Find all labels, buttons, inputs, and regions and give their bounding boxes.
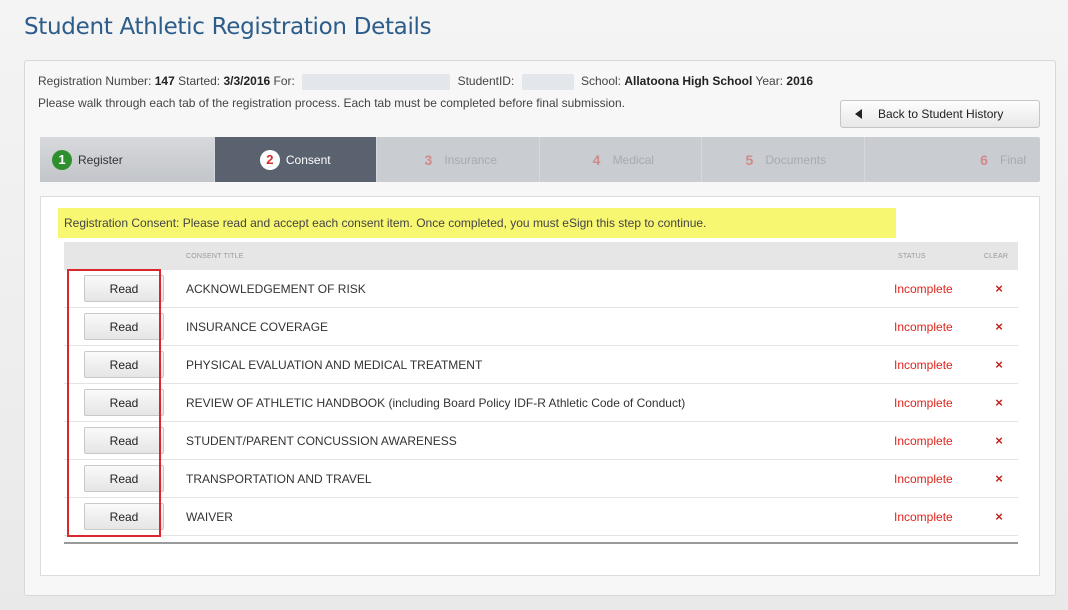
- read-button[interactable]: Read: [84, 465, 164, 492]
- status-text: Incomplete: [894, 471, 953, 486]
- year-label: Year:: [755, 74, 784, 89]
- year-value: 2016: [786, 74, 814, 89]
- table-row: Read WAIVER Incomplete ×: [64, 498, 1018, 536]
- tab-medical[interactable]: 4 Medical: [540, 137, 702, 182]
- tab-medical-label: Medical: [612, 152, 654, 167]
- student-id-label: StudentID:: [457, 74, 515, 89]
- status-text: Incomplete: [894, 281, 953, 296]
- step-1-badge: 1: [52, 149, 72, 170]
- table-row: Read INSURANCE COVERAGE Incomplete ×: [64, 308, 1018, 346]
- table-row: Read PHYSICAL EVALUATION AND MEDICAL TRE…: [64, 346, 1018, 384]
- tab-register[interactable]: 1 Register: [40, 137, 215, 182]
- started-date: 3/3/2016: [223, 74, 271, 89]
- step-6-badge: 6: [980, 151, 988, 168]
- consent-table: Consent Title Status Clear Read ACKNOWLE…: [64, 242, 1018, 544]
- school-name: Allatoona High School: [624, 74, 753, 89]
- clear-icon[interactable]: ×: [980, 281, 1018, 296]
- registration-number-label: Registration Number:: [38, 74, 152, 89]
- status-text: Incomplete: [894, 357, 953, 372]
- consent-title: WAIVER: [186, 509, 233, 524]
- status-text: Incomplete: [894, 395, 953, 410]
- status-text: Incomplete: [894, 509, 953, 524]
- read-button[interactable]: Read: [84, 389, 164, 416]
- page-title: Student Athletic Registration Details: [24, 14, 432, 40]
- tab-register-label: Register: [78, 152, 123, 167]
- clear-icon[interactable]: ×: [980, 395, 1018, 410]
- clear-icon[interactable]: ×: [980, 509, 1018, 524]
- back-arrow-icon: [855, 109, 862, 119]
- consent-title: STUDENT/PARENT CONCUSSION AWARENESS: [186, 433, 457, 448]
- registration-number: 147: [154, 74, 175, 89]
- table-row: Read REVIEW OF ATHLETIC HANDBOOK (includ…: [64, 384, 1018, 422]
- read-button[interactable]: Read: [84, 503, 164, 530]
- consent-title: INSURANCE COVERAGE: [186, 319, 329, 334]
- clear-icon[interactable]: ×: [980, 433, 1018, 448]
- step-3-badge: 3: [424, 151, 433, 168]
- redacted-student-id: [521, 74, 574, 90]
- redacted-student-name: [302, 74, 451, 90]
- clear-icon[interactable]: ×: [980, 471, 1018, 486]
- tab-documents-label: Documents: [765, 152, 827, 167]
- table-bottom-border: [64, 542, 1018, 544]
- header-clear: Clear: [983, 252, 1009, 260]
- read-button[interactable]: Read: [84, 313, 164, 340]
- tab-consent-label: Consent: [285, 152, 331, 167]
- table-row: Read ACKNOWLEDGEMENT OF RISK Incomplete …: [64, 270, 1018, 308]
- step-5-badge: 5: [745, 151, 754, 168]
- tab-documents[interactable]: 5 Documents: [702, 137, 865, 182]
- tab-insurance-label: Insurance: [444, 152, 498, 167]
- tab-final[interactable]: 6 Final: [865, 137, 1041, 182]
- tab-final-label: Final: [999, 152, 1026, 167]
- consent-title: REVIEW OF ATHLETIC HANDBOOK (including B…: [186, 395, 686, 410]
- school-label: School:: [580, 74, 621, 89]
- consent-title: ACKNOWLEDGEMENT OF RISK: [186, 281, 366, 296]
- back-to-student-history-button[interactable]: Back to Student History: [840, 100, 1040, 128]
- consent-title: TRANSPORTATION AND TRAVEL: [186, 471, 372, 486]
- read-button[interactable]: Read: [84, 427, 164, 454]
- tab-consent[interactable]: 2 Consent: [214, 137, 377, 182]
- for-label: For:: [273, 74, 295, 89]
- instructions-text: Please walk through each tab of the regi…: [38, 96, 625, 110]
- clear-icon[interactable]: ×: [980, 319, 1018, 334]
- back-button-label: Back to Student History: [878, 107, 1004, 121]
- consent-notice: Registration Consent: Please read and ac…: [58, 208, 896, 238]
- table-row: Read TRANSPORTATION AND TRAVEL Incomplet…: [64, 460, 1018, 498]
- clear-icon[interactable]: ×: [980, 357, 1018, 372]
- registration-info: Registration Number: 147 Started: 3/3/20…: [38, 74, 813, 90]
- tab-insurance[interactable]: 3 Insurance: [377, 137, 540, 182]
- header-consent-title: Consent Title: [186, 252, 244, 260]
- status-text: Incomplete: [894, 433, 953, 448]
- table-header: Consent Title Status Clear: [64, 242, 1018, 270]
- status-text: Incomplete: [894, 319, 953, 334]
- table-row: Read STUDENT/PARENT CONCUSSION AWARENESS…: [64, 422, 1018, 460]
- step-2-badge: 2: [259, 149, 280, 170]
- read-button[interactable]: Read: [84, 351, 164, 378]
- read-button[interactable]: Read: [84, 275, 164, 302]
- header-status: Status: [898, 252, 926, 260]
- consent-title: PHYSICAL EVALUATION AND MEDICAL TREATMEN…: [186, 357, 483, 372]
- started-label: Started:: [178, 74, 221, 89]
- registration-steps-tabs: 1 Register 2 Consent 3 Insurance 4 Medic…: [40, 137, 1040, 182]
- step-4-badge: 4: [592, 151, 601, 168]
